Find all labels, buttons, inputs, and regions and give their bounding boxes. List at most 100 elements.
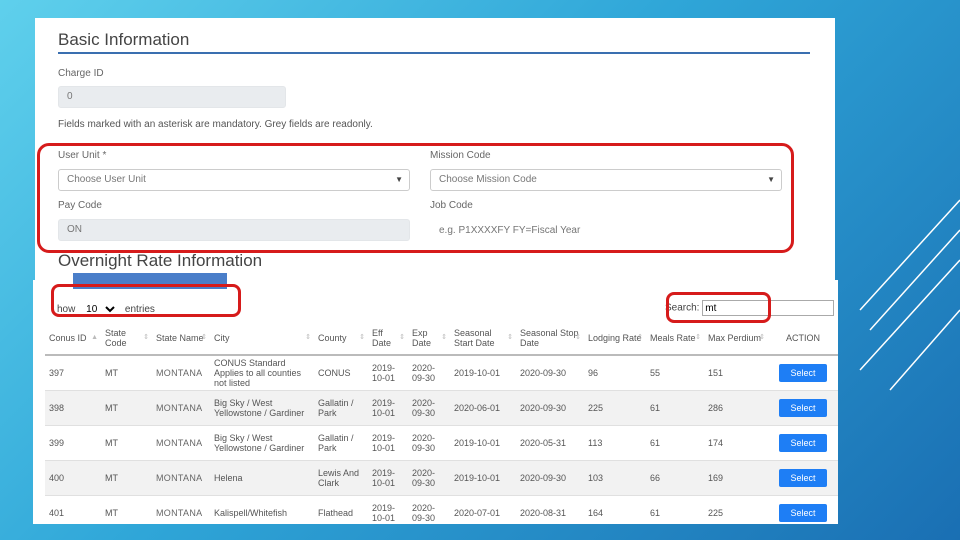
table-cell: 2019-10-01 — [368, 425, 408, 461]
table-header-row: Conus ID ▲ State Code ⇕ State Name ⇕ City ⇕ … — [45, 322, 838, 356]
entries-length-select[interactable]: 10 — [82, 303, 119, 316]
table-cell: 61 — [646, 390, 704, 426]
table-cell: 164 — [584, 495, 646, 522]
table-cell: 286 — [704, 390, 768, 426]
table-cell: 55 — [646, 355, 704, 391]
search-label: Search: — [665, 302, 700, 314]
mission-code-label: Mission Code — [430, 150, 491, 161]
column-header[interactable]: Meals Rate ⇕ — [646, 322, 704, 356]
overnight-rate-title: Overnight Rate Information — [58, 251, 263, 270]
sort-asc-icon: ▲ — [91, 334, 98, 341]
table-cell: MONTANA — [152, 390, 210, 426]
charge-id-label: Charge ID — [58, 68, 104, 79]
table-cell: 61 — [646, 495, 704, 522]
overnight-rate-action-button[interactable] — [73, 273, 227, 289]
user-unit-label: User Unit * — [58, 150, 107, 161]
column-header[interactable]: Eff Date ⇕ — [368, 322, 408, 356]
overnight-rates-table: Conus ID ▲ State Code ⇕ State Name ⇕ City ⇕ … — [45, 322, 838, 522]
table-cell: MT — [101, 390, 152, 426]
user-unit-value: Choose User Unit — [67, 174, 146, 185]
column-header[interactable]: City ⇕ — [210, 322, 314, 356]
select-button[interactable]: Select — [779, 399, 827, 417]
column-header[interactable]: State Code ⇕ — [101, 322, 152, 356]
sort-icon: ⇕ — [695, 334, 701, 341]
action-cell: Select — [768, 425, 838, 461]
job-code-input[interactable] — [430, 219, 782, 241]
table-row: 401 MT MONTANA Kalispell/Whitefish Flathead 2… — [45, 495, 838, 522]
column-header[interactable]: Lodging Rate ⇕ — [584, 322, 646, 356]
table-cell: 169 — [704, 460, 768, 496]
mandatory-note: Fields marked with an asterisk are manda… — [58, 119, 373, 130]
sort-icon: ⇕ — [507, 334, 513, 341]
table-cell: 96 — [584, 355, 646, 391]
table-cell: Flathead — [314, 495, 368, 522]
table-cell: 2019-10-01 — [368, 495, 408, 522]
table-row: 398 MT MONTANA Big Sky / West Yellowstone /… — [45, 390, 838, 426]
pay-code-label: Pay Code — [58, 200, 102, 211]
table-cell: 400 — [45, 460, 101, 496]
table-row: 397 MT MONTANA CONUS Standard Applies to al… — [45, 355, 838, 391]
sort-icon: ⇕ — [359, 334, 365, 341]
column-header[interactable]: State Name ⇕ — [152, 322, 210, 356]
column-header: ACTION — [768, 322, 838, 356]
table-row: 399 MT MONTANA Big Sky / West Yellowstone /… — [45, 425, 838, 461]
column-header[interactable]: Exp Date ⇕ — [408, 322, 450, 356]
table-cell: 151 — [704, 355, 768, 391]
search-input[interactable] — [702, 300, 835, 316]
table-cell: MT — [101, 425, 152, 461]
table-cell: 103 — [584, 460, 646, 496]
entries-length-control: how 10 entries — [57, 303, 155, 316]
table-search: Search: — [665, 300, 835, 316]
table-cell: 2019-10-01 — [368, 390, 408, 426]
table-cell: 225 — [704, 495, 768, 522]
table-cell: 225 — [584, 390, 646, 426]
select-button[interactable]: Select — [779, 504, 827, 522]
table-cell: 2019-10-01 — [450, 355, 516, 391]
sort-icon: ⇕ — [399, 334, 405, 341]
table-cell: 399 — [45, 425, 101, 461]
title-divider — [58, 52, 810, 54]
select-button[interactable]: Select — [779, 364, 827, 382]
table-cell: 2020-05-31 — [516, 425, 584, 461]
sort-icon: ⇕ — [637, 334, 643, 341]
select-button[interactable]: Select — [779, 434, 827, 452]
table-cell: 2020-09-30 — [408, 355, 450, 391]
column-header[interactable]: Seasonal Stop Date ⇕ — [516, 322, 584, 356]
table-cell: MONTANA — [152, 460, 210, 496]
column-header[interactable]: Max Perdium ⇕ — [704, 322, 768, 356]
table-cell: Helena — [210, 460, 314, 496]
table-cell: 2020-09-30 — [516, 355, 584, 391]
sort-icon: ⇕ — [759, 334, 765, 341]
action-cell: Select — [768, 355, 838, 391]
chevron-down-icon: ▼ — [395, 175, 403, 184]
column-header[interactable]: Seasonal Start Date ⇕ — [450, 322, 516, 356]
user-unit-select[interactable]: Choose User Unit ▼ — [58, 169, 410, 191]
table-cell: MONTANA — [152, 425, 210, 461]
sort-icon: ⇕ — [575, 334, 581, 341]
table-cell: 2020-09-30 — [516, 390, 584, 426]
basic-information-title: Basic Information — [58, 30, 190, 49]
table-cell: 2019-10-01 — [368, 460, 408, 496]
column-header[interactable]: County ⇕ — [314, 322, 368, 356]
table-cell: MT — [101, 355, 152, 391]
show-label: how — [57, 304, 76, 315]
table-cell: MT — [101, 495, 152, 522]
table-cell: 2020-09-30 — [516, 460, 584, 496]
table-cell: MONTANA — [152, 495, 210, 522]
table-cell: 398 — [45, 390, 101, 426]
chevron-down-icon: ▼ — [767, 175, 775, 184]
table-cell: 2020-06-01 — [450, 390, 516, 426]
table-cell: Gallatin / Park — [314, 425, 368, 461]
table-cell: CONUS — [314, 355, 368, 391]
table-cell: 2020-09-30 — [408, 425, 450, 461]
table-cell: Lewis And Clark — [314, 460, 368, 496]
table-cell: 2020-08-31 — [516, 495, 584, 522]
table-cell: 2019-10-01 — [450, 425, 516, 461]
select-button[interactable]: Select — [779, 469, 827, 487]
table-cell: 174 — [704, 425, 768, 461]
sort-icon: ⇕ — [143, 334, 149, 341]
rates-table-viewport: Conus ID ▲ State Code ⇕ State Name ⇕ City ⇕ … — [45, 322, 838, 522]
column-header[interactable]: Conus ID ▲ — [45, 322, 101, 356]
mission-code-select[interactable]: Choose Mission Code ▼ — [430, 169, 782, 191]
table-cell: 2019-10-01 — [368, 355, 408, 391]
